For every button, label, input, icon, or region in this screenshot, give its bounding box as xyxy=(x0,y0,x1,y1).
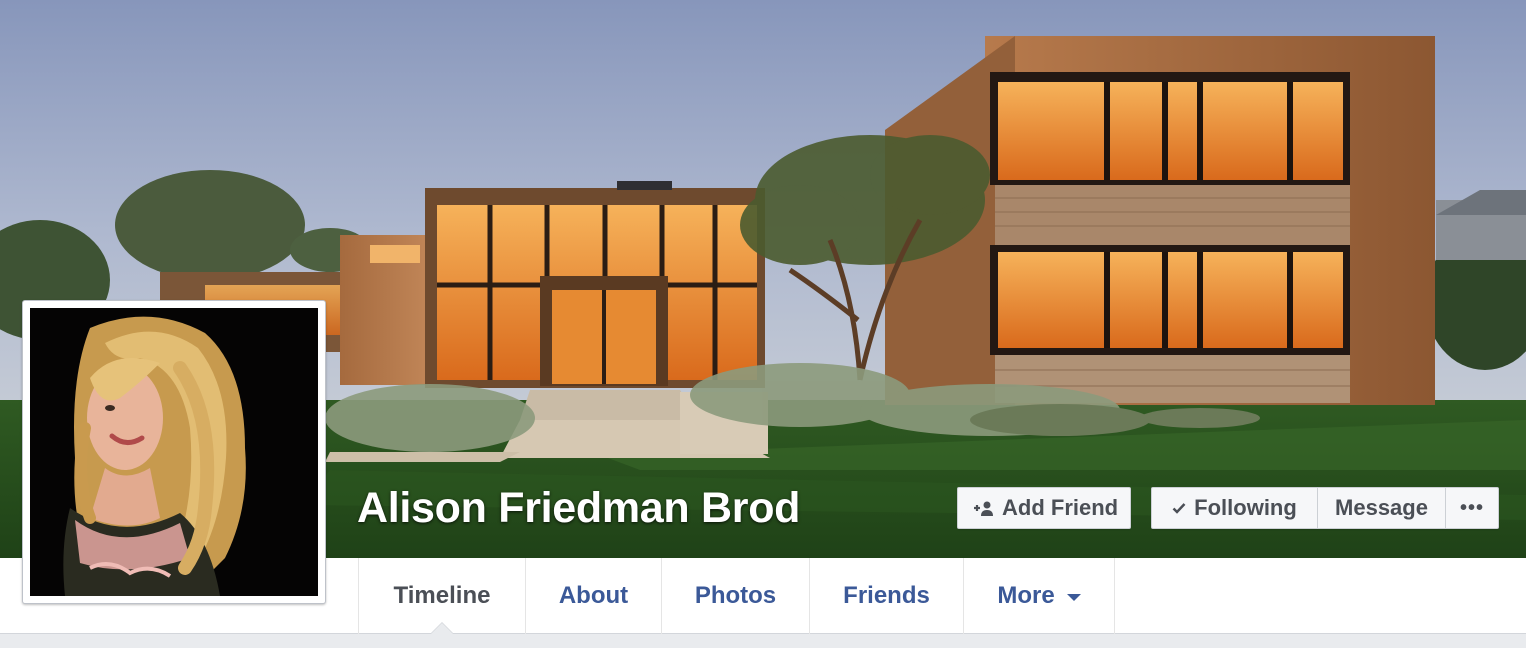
profile-picture[interactable] xyxy=(22,300,326,604)
profile-action-group: Following Message ••• xyxy=(1151,487,1499,529)
tab-about-label: About xyxy=(558,582,629,609)
add-friend-label: Add Friend xyxy=(1002,495,1119,520)
more-options-button[interactable]: ••• xyxy=(1446,488,1498,528)
profile-photo-image xyxy=(30,308,318,596)
tab-photos-label: Photos xyxy=(694,582,777,609)
message-button[interactable]: Message xyxy=(1318,488,1446,528)
tab-timeline-label: Timeline xyxy=(393,582,491,609)
tab-friends[interactable]: Friends xyxy=(809,558,963,634)
checkmark-icon xyxy=(1172,503,1186,514)
tab-more[interactable]: More xyxy=(963,558,1115,634)
following-button[interactable]: Following xyxy=(1152,488,1318,528)
tab-about[interactable]: About xyxy=(525,558,661,634)
page-background xyxy=(0,634,1526,648)
tab-photos[interactable]: Photos xyxy=(661,558,809,634)
tab-timeline[interactable]: Timeline xyxy=(358,558,525,635)
profile-tabs: Timeline About Photos Friends More xyxy=(358,558,1115,635)
tab-more-label: More xyxy=(997,582,1055,609)
message-label: Message xyxy=(1335,495,1428,520)
tab-friends-label: Friends xyxy=(843,582,930,609)
add-friend-button[interactable]: Add Friend xyxy=(957,487,1131,529)
profile-name[interactable]: Alison Friedman Brod xyxy=(357,484,800,533)
following-label: Following xyxy=(1194,495,1297,520)
caret-down-icon xyxy=(1066,594,1081,601)
more-dots-icon: ••• xyxy=(1459,496,1484,519)
add-friend-icon xyxy=(974,501,993,516)
